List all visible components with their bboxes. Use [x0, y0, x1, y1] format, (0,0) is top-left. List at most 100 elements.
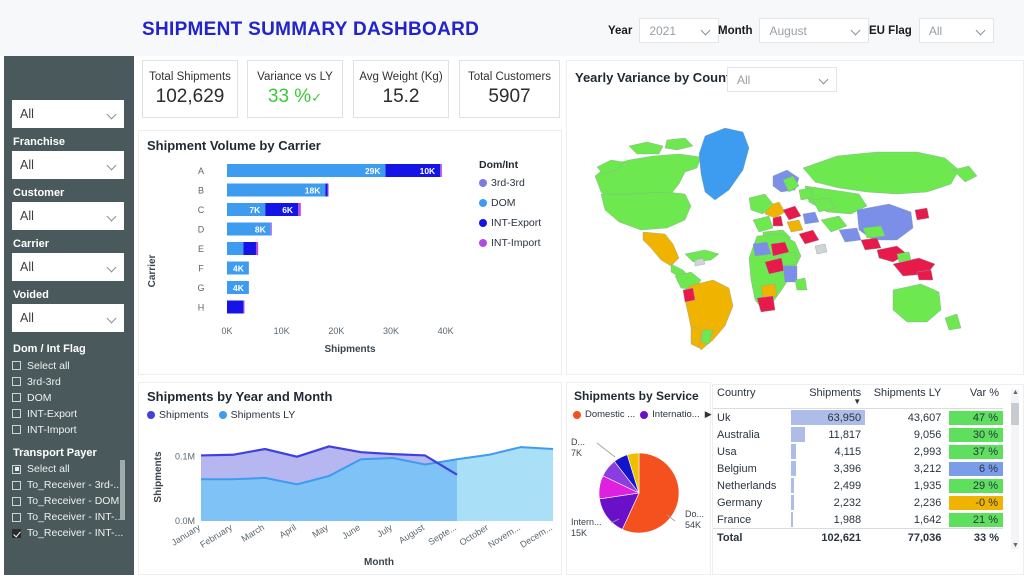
table-row[interactable]: Germany 2,232 2,236 -0 %	[713, 494, 1003, 511]
bar-segment[interactable]	[227, 242, 244, 255]
column-header-var-pct[interactable]: Var %	[945, 385, 1003, 409]
legend-label: Shipments LY	[230, 409, 296, 421]
column-header-shipments[interactable]: Shipments ▼	[791, 385, 866, 409]
var-pct-chip: 29 %	[949, 478, 1003, 493]
bar-segment[interactable]	[243, 300, 245, 314]
filter-label-year: Year	[608, 24, 633, 37]
bar-segment[interactable]	[298, 203, 301, 216]
cell-shipments-ly: 9,056	[913, 428, 942, 441]
cell-var-pct: -0 %	[945, 494, 1003, 511]
chevron-down-icon	[976, 27, 987, 34]
table-row[interactable]: Netherlands 2,499 1,935 29 %	[713, 477, 1003, 494]
checkbox-icon[interactable]	[12, 393, 21, 403]
bar-value-label: 29K	[365, 166, 381, 176]
sidebar-label-customer: Customer	[13, 187, 65, 199]
slicer-eu-flag[interactable]: All	[918, 18, 994, 43]
cell-databar	[791, 495, 795, 510]
transport-payer-scrollbar[interactable]	[120, 460, 125, 520]
transport-payer-item[interactable]: To_Receiver - INT-...	[12, 526, 126, 542]
legend-item-dom[interactable]: DOM	[479, 197, 541, 209]
bar-segment[interactable]	[327, 183, 329, 197]
legend-item-int-export[interactable]: INT-Export	[479, 217, 541, 229]
bar-segment[interactable]	[255, 242, 259, 255]
dom-int-flag-item[interactable]: INT-Import	[12, 422, 126, 438]
transport-payer-item[interactable]: Select all	[12, 462, 126, 478]
legend-item-int-import[interactable]: INT-Import	[479, 237, 541, 249]
bar-segment[interactable]	[270, 222, 272, 236]
world-choropleth-map[interactable]	[567, 94, 1024, 374]
checkbox-icon[interactable]	[12, 361, 21, 371]
checkbox-icon[interactable]	[12, 425, 21, 435]
column-header-country[interactable]: Country	[713, 385, 792, 409]
bar-x-tick-label: 20K	[328, 326, 344, 336]
sidebar-slicer-customer[interactable]: All	[12, 202, 124, 230]
slicer-eu-flag-value: All	[928, 23, 943, 38]
legend-label: INT-Import	[491, 237, 541, 249]
map-slicer-country[interactable]: All	[727, 67, 837, 92]
area-x-tick-label: Novem...	[486, 522, 522, 550]
cell-shipments: 63,950	[791, 409, 866, 427]
transport-payer-item[interactable]: To_Receiver - DOM	[12, 494, 126, 510]
var-pct-chip: 6 %	[949, 461, 1003, 476]
dom-int-flag-item[interactable]: DOM	[12, 390, 126, 406]
bar-segment[interactable]	[243, 242, 256, 255]
sidebar-slicer-voided[interactable]: All	[12, 304, 124, 332]
table-row[interactable]: France 1,988 1,642 21 %	[713, 511, 1003, 529]
sidebar-slicer-carrier-value: All	[20, 260, 34, 274]
bar-segment[interactable]	[325, 183, 328, 197]
checkbox-icon[interactable]	[12, 512, 21, 522]
table-row[interactable]: Uk 63,950 43,607 47 %	[713, 409, 1003, 427]
sidebar-slicer-carrier[interactable]: All	[12, 253, 124, 281]
sidebar-slicer-0[interactable]: All	[12, 100, 124, 128]
checkbox-icon[interactable]	[12, 409, 21, 419]
table-row[interactable]: Usa 4,115 2,993 37 %	[713, 443, 1003, 460]
bar-segment[interactable]	[227, 164, 386, 177]
chevron-right-icon[interactable]: ▶	[705, 409, 712, 420]
dom-int-flag-item[interactable]: Select all	[12, 358, 126, 374]
transport-payer-item[interactable]: To_Receiver - INT-...	[12, 510, 126, 526]
shipments-area-chart[interactable]: 0.0M0.1MShipmentsJanuaryFebruary March Apr…	[139, 425, 563, 575]
bar-x-tick-label: 40K	[438, 326, 454, 336]
bar-segment[interactable]	[440, 164, 442, 177]
column-header-shipments-ly[interactable]: Shipments LY	[865, 385, 946, 409]
legend-item-domestic[interactable]: Domestic ...	[573, 409, 635, 420]
legend-item-3rd-3rd[interactable]: 3rd-3rd	[479, 177, 541, 189]
legend-item-shipments-ly[interactable]: Shipments LY	[218, 409, 296, 421]
table-scrollbar-thumb[interactable]	[1011, 403, 1019, 425]
var-pct-chip: 47 %	[949, 410, 1003, 425]
dom-int-flag-item[interactable]: 3rd-3rd	[12, 374, 126, 390]
scroll-down-icon[interactable]: ▼	[1012, 542, 1019, 549]
bar-segment[interactable]	[227, 300, 244, 314]
checkbox-icon[interactable]	[12, 496, 21, 506]
table-row[interactable]: Belgium 3,396 3,212 6 %	[713, 460, 1003, 477]
slicer-month[interactable]: August	[759, 18, 870, 43]
checkbox-icon[interactable]	[12, 464, 21, 474]
scroll-up-icon[interactable]: ▲	[1012, 389, 1019, 396]
cell-total-shipments: 102,621	[791, 528, 866, 546]
area-chart-legend: Shipments Shipments LY	[147, 409, 295, 421]
legend-item-shipments[interactable]: Shipments	[147, 409, 209, 421]
checkbox-icon[interactable]	[12, 377, 21, 387]
var-pct-chip: 37 %	[949, 444, 1003, 459]
cell-var-pct: 30 %	[945, 426, 1003, 443]
dom-int-flag-item[interactable]: INT-Export	[12, 406, 126, 422]
dom-int-flag-label: Select all	[27, 359, 70, 372]
pie-label: D...	[571, 437, 585, 447]
chevron-down-icon	[701, 27, 712, 34]
shipments-by-service-pie-chart[interactable]: Do...54K Intern...15K D...7K	[567, 425, 712, 575]
checkbox-icon[interactable]	[12, 528, 21, 538]
sidebar-slicer-franchise[interactable]: All	[12, 151, 124, 179]
legend-item-international[interactable]: Internatio...	[640, 409, 700, 420]
table-row[interactable]: Australia 11,817 9,056 30 %	[713, 426, 1003, 443]
cell-var-pct: 21 %	[945, 511, 1003, 529]
cell-country: Belgium	[717, 462, 757, 475]
dom-int-flag-label: INT-Export	[27, 407, 78, 420]
kpi-card-total-shipments: Total Shipments 102,629	[142, 60, 238, 118]
table-scrollbar[interactable]: ▲ ▼	[1011, 389, 1019, 549]
checkbox-icon[interactable]	[12, 480, 21, 490]
legend-label: Internatio...	[652, 409, 700, 420]
transport-payer-item[interactable]: To_Receiver - 3rd-...	[12, 478, 126, 494]
pie-label: Intern...	[571, 517, 602, 527]
slicer-year[interactable]: 2021	[639, 18, 720, 43]
country-shipments-table-panel: Country Shipments ▼ Shipments LY Var % U…	[712, 384, 1024, 575]
